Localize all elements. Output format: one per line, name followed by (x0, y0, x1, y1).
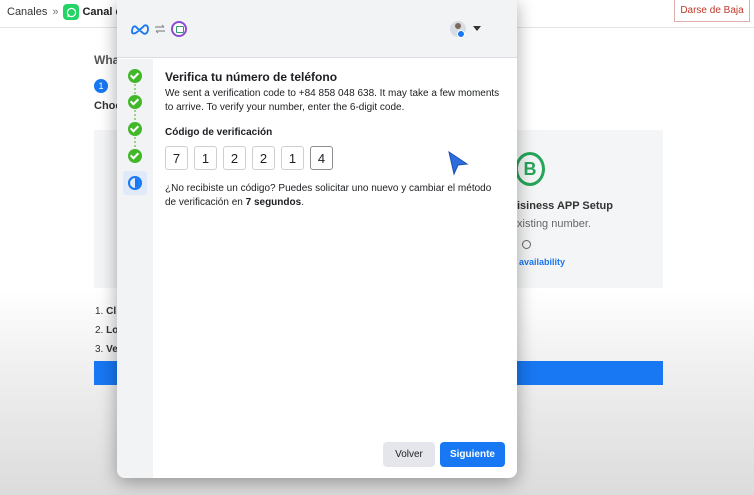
step-done-check-icon (128, 95, 142, 109)
business-logo-icon (171, 21, 187, 37)
code-digit-input[interactable]: 7 (165, 146, 188, 170)
resend-suffix: . (301, 197, 304, 208)
page-title: Verifica tu número de teléfono (165, 70, 338, 84)
background-question: Wha (94, 53, 120, 67)
breadcrumb-separator: » (52, 6, 59, 18)
resend-countdown: 7 segundos (245, 197, 302, 208)
resend-message: ¿No recibiste un código? Puedes solicita… (165, 182, 505, 210)
swap-icon (155, 24, 165, 34)
step-done-check-icon (128, 122, 142, 136)
business-app-setup-title: isiness APP Setup (517, 200, 613, 212)
step-connector (134, 84, 136, 94)
resend-text: ¿No recibiste un código? Puedes solicita… (165, 183, 492, 208)
facebook-badge-icon (457, 30, 465, 38)
business-app-setup-subtitle: xisting number. (517, 218, 591, 230)
step-connector (134, 110, 136, 120)
back-button[interactable]: Volver (383, 442, 435, 467)
darse-de-baja-button[interactable]: Darse de Baja (674, 0, 750, 22)
background-primary-button[interactable] (94, 361, 118, 385)
background-step-number: 1 (94, 79, 108, 93)
whatsapp-icon (63, 4, 80, 20)
modal-header (117, 0, 517, 58)
code-digit-input[interactable]: 1 (194, 146, 217, 170)
meta-logo-icon (131, 24, 149, 35)
business-app-logo-icon: B (515, 152, 545, 186)
cursor-arrow-icon (448, 150, 469, 176)
modal-content: Verifica tu número de teléfono We sent a… (165, 70, 505, 210)
code-digit-input[interactable]: 4 (310, 146, 333, 170)
code-digit-input[interactable]: 1 (281, 146, 304, 170)
next-button[interactable]: Siguiente (440, 442, 505, 467)
background-instructions-list: 1. Cl 2. Lo 3. Ve (95, 302, 118, 359)
verification-description: We sent a verification code to +84 858 0… (165, 88, 500, 113)
breadcrumb: Canales » Canal d (7, 4, 122, 20)
list-item: 2. Lo (95, 325, 119, 336)
step-done-check-icon (128, 69, 142, 83)
step-done-check-icon (128, 149, 142, 163)
half-circle-icon (128, 176, 142, 190)
availability-link[interactable]: availability (519, 257, 565, 267)
list-item: 1. Cl (95, 306, 117, 317)
step-connector (134, 137, 136, 147)
code-digit-input[interactable]: 2 (223, 146, 246, 170)
background-primary-button-right[interactable] (512, 361, 663, 385)
list-item: 3. Ve (95, 344, 118, 355)
code-digit-input[interactable]: 2 (252, 146, 275, 170)
step-sidebar (117, 59, 153, 478)
verification-modal: Verifica tu número de teléfono We sent a… (117, 0, 517, 478)
business-app-radio[interactable] (522, 240, 531, 249)
breadcrumb-root[interactable]: Canales (7, 6, 47, 18)
code-label: Código de verificación (165, 127, 273, 138)
chevron-down-icon[interactable] (473, 26, 481, 31)
